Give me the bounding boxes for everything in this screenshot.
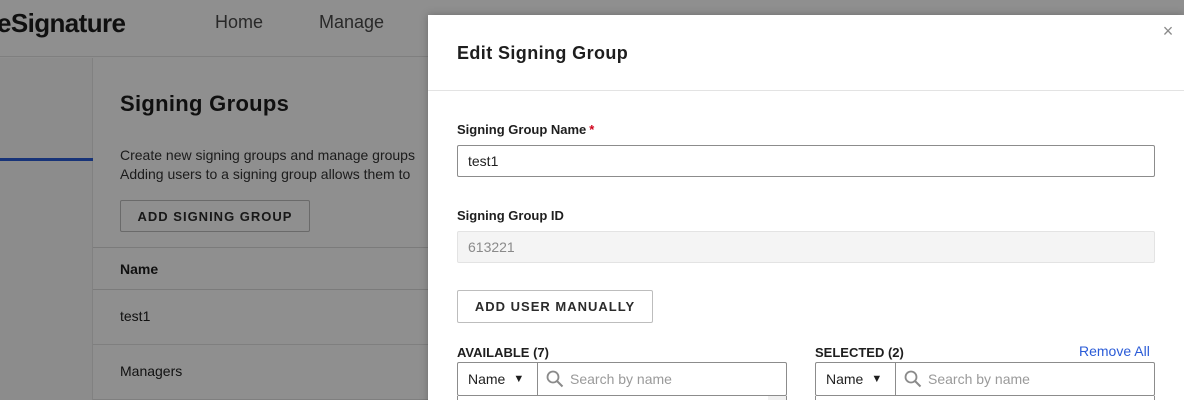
signing-group-name-input[interactable]: test1: [457, 145, 1155, 177]
chevron-down-icon: ▼: [871, 373, 883, 385]
search-placeholder: Search by name: [928, 371, 1030, 387]
signing-group-id-label: Signing Group ID: [457, 208, 564, 223]
required-marker: *: [589, 122, 595, 137]
available-search-box: Name ▼ Search by name: [457, 362, 787, 396]
available-filter-dropdown[interactable]: Name ▼: [458, 363, 538, 395]
signing-group-name-label-text: Signing Group Name: [457, 122, 587, 137]
close-icon[interactable]: ×: [1158, 21, 1178, 41]
list-scrollbar[interactable]: [768, 396, 786, 400]
dialog-title: Edit Signing Group: [457, 43, 629, 63]
dialog-header: Edit Signing Group ×: [428, 15, 1184, 91]
filter-selected-value: Name: [468, 371, 506, 387]
signing-group-name-label: Signing Group Name *: [457, 122, 594, 137]
remove-all-link[interactable]: Remove All: [1079, 343, 1150, 359]
available-users-heading: AVAILABLE (7): [457, 345, 549, 360]
search-icon: [546, 370, 564, 388]
search-placeholder: Search by name: [570, 371, 672, 387]
filter-selected-value: Name: [826, 371, 864, 387]
signing-group-id-field: 613221: [457, 231, 1155, 263]
chevron-down-icon: ▼: [513, 373, 525, 385]
search-icon: [904, 370, 922, 388]
selected-filter-dropdown[interactable]: Name ▼: [816, 363, 896, 395]
selected-users-heading: SELECTED (2): [815, 345, 904, 360]
available-search-input[interactable]: Search by name: [538, 363, 786, 395]
selected-users-list[interactable]: [815, 396, 1155, 400]
selected-search-box: Name ▼ Search by name: [815, 362, 1155, 396]
selected-search-input[interactable]: Search by name: [896, 363, 1154, 395]
edit-signing-group-dialog: Edit Signing Group × Signing Group Name *…: [428, 15, 1184, 400]
available-users-list[interactable]: [457, 396, 787, 400]
add-user-manually-button[interactable]: ADD USER MANUALLY: [457, 290, 653, 323]
